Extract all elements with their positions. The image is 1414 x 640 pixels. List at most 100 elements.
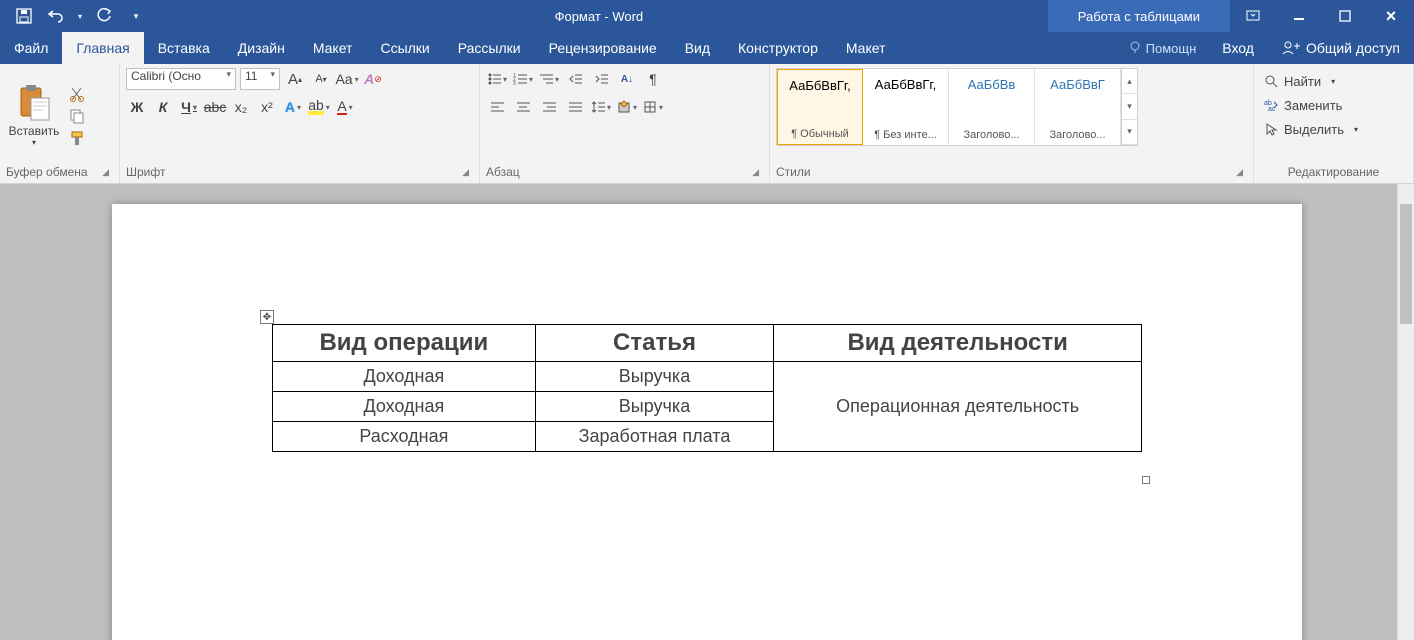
format-painter-icon[interactable] <box>68 129 86 147</box>
table-header-cell[interactable]: Статья <box>535 325 774 362</box>
styles-launcher-icon[interactable]: ◢ <box>1236 167 1247 178</box>
clipboard-launcher-icon[interactable]: ◢ <box>102 167 113 178</box>
undo-icon[interactable] <box>42 2 70 30</box>
numbering-button[interactable]: 123 <box>512 68 534 90</box>
shrink-font-button[interactable]: A▾ <box>310 68 332 90</box>
qat-customize-icon[interactable]: ▾ <box>122 2 150 30</box>
table-cell[interactable]: Заработная плата <box>535 422 774 452</box>
table-cell[interactable]: Доходная <box>273 392 536 422</box>
strikethrough-button[interactable]: abc <box>204 96 226 118</box>
tell-me-help[interactable]: Помощн <box>1116 40 1209 56</box>
vertical-scrollbar[interactable] <box>1397 184 1414 640</box>
table-header-cell[interactable]: Вид операции <box>273 325 536 362</box>
increase-indent-button[interactable] <box>590 68 612 90</box>
table-resize-handle-icon[interactable] <box>1142 476 1150 484</box>
line-spacing-button[interactable] <box>590 96 612 118</box>
group-styles-label: Стили <box>776 165 811 179</box>
highlight-button[interactable]: ab <box>308 96 330 118</box>
minimize-icon[interactable] <box>1276 0 1322 32</box>
redo-icon[interactable] <box>90 2 118 30</box>
group-editing: Найти ▾ abac Заменить Выделить ▾ Редакти… <box>1254 64 1414 183</box>
share-button[interactable]: Общий доступ <box>1268 32 1414 64</box>
close-icon[interactable]: × <box>1368 0 1414 32</box>
clear-formatting-button[interactable]: A⊘ <box>362 68 384 90</box>
select-button[interactable]: Выделить ▾ <box>1264 118 1358 140</box>
chevron-down-icon: ▾ <box>1354 125 1358 134</box>
tab-file[interactable]: Файл <box>0 32 62 64</box>
font-color-button[interactable]: A <box>334 96 356 118</box>
align-left-button[interactable] <box>486 96 508 118</box>
sign-in-button[interactable]: Вход <box>1208 32 1268 64</box>
font-size-select[interactable]: 11 <box>240 68 280 90</box>
paragraph-launcher-icon[interactable]: ◢ <box>752 167 763 178</box>
sort-button[interactable]: А↓ <box>616 68 638 90</box>
table-cell[interactable]: Выручка <box>535 362 774 392</box>
tab-mailings[interactable]: Рассылки <box>444 32 535 64</box>
style-item[interactable]: АаБбВвГг,¶ Обычный <box>777 69 863 145</box>
undo-dropdown-icon[interactable]: ▾ <box>74 2 86 30</box>
copy-icon[interactable] <box>68 107 86 125</box>
table-tools-contextual-tab: Работа с таблицами <box>1048 0 1230 32</box>
show-pilcrow-button[interactable]: ¶ <box>642 68 664 90</box>
italic-button[interactable]: К <box>152 96 174 118</box>
group-paragraph: 123 А↓ ¶ Абзац◢ <box>480 64 770 183</box>
bold-button[interactable]: Ж <box>126 96 148 118</box>
replace-label: Заменить <box>1284 98 1342 113</box>
tab-table-layout[interactable]: Макет <box>832 32 900 64</box>
font-name-select[interactable]: Calibri (Осно <box>126 68 236 90</box>
tab-layout[interactable]: Макет <box>299 32 367 64</box>
document-area[interactable]: ✥ Вид операцииСтатьяВид деятельности Дох… <box>0 184 1414 640</box>
cut-icon[interactable] <box>68 85 86 103</box>
table-move-handle-icon[interactable]: ✥ <box>260 310 274 324</box>
borders-button[interactable] <box>642 96 664 118</box>
scrollbar-thumb[interactable] <box>1400 204 1412 324</box>
tab-design[interactable]: Дизайн <box>224 32 299 64</box>
group-styles: АаБбВвГг,¶ ОбычныйАаБбВвГг,¶ Без инте...… <box>770 64 1254 183</box>
style-item[interactable]: АаБбВвГг,¶ Без инте... <box>863 69 949 145</box>
table-row[interactable]: ДоходнаяВыручкаОперационная деятельность <box>273 362 1142 392</box>
ribbon-tabs: Файл Главная Вставка Дизайн Макет Ссылки… <box>0 32 1414 64</box>
maximize-icon[interactable] <box>1322 0 1368 32</box>
multilevel-list-button[interactable] <box>538 68 560 90</box>
tab-review[interactable]: Рецензирование <box>535 32 671 64</box>
tab-insert[interactable]: Вставка <box>144 32 224 64</box>
find-button[interactable]: Найти ▾ <box>1264 70 1358 92</box>
font-launcher-icon[interactable]: ◢ <box>462 167 473 178</box>
ribbon-options-icon[interactable] <box>1230 0 1276 32</box>
bullets-button[interactable] <box>486 68 508 90</box>
group-font: Calibri (Осно 11 A▴ A▾ Aa A⊘ Ж К Ч abc x… <box>120 64 480 183</box>
ribbon: Вставить ▾ Буфер обмена◢ Calibri (Осно <box>0 64 1414 184</box>
tab-home[interactable]: Главная <box>62 32 143 64</box>
window-title: Формат - Word <box>150 9 1048 24</box>
table-cell[interactable]: Операционная деятельность <box>774 362 1142 452</box>
shading-button[interactable] <box>616 96 638 118</box>
style-item[interactable]: АаБбВвЗаголово... <box>949 69 1035 145</box>
paste-button[interactable]: Вставить ▾ <box>6 68 62 163</box>
tab-references[interactable]: Ссылки <box>366 32 443 64</box>
text-effects-button[interactable]: A <box>282 96 304 118</box>
replace-button[interactable]: abac Заменить <box>1264 94 1358 116</box>
document-table[interactable]: Вид операцииСтатьяВид деятельности Доход… <box>272 324 1142 452</box>
align-right-button[interactable] <box>538 96 560 118</box>
table-cell[interactable]: Доходная <box>273 362 536 392</box>
justify-button[interactable] <box>564 96 586 118</box>
share-icon <box>1282 40 1300 56</box>
table-cell[interactable]: Выручка <box>535 392 774 422</box>
subscript-button[interactable]: x₂ <box>230 96 252 118</box>
tab-table-design[interactable]: Конструктор <box>724 32 832 64</box>
grow-font-button[interactable]: A▴ <box>284 68 306 90</box>
decrease-indent-button[interactable] <box>564 68 586 90</box>
change-case-button[interactable]: Aa <box>336 68 358 90</box>
select-label: Выделить <box>1284 122 1344 137</box>
save-icon[interactable] <box>10 2 38 30</box>
tab-view[interactable]: Вид <box>671 32 724 64</box>
styles-scroll[interactable]: ▴▾▾ <box>1121 69 1137 145</box>
table-header-cell[interactable]: Вид деятельности <box>774 325 1142 362</box>
superscript-button[interactable]: x² <box>256 96 278 118</box>
document-page[interactable]: ✥ Вид операцииСтатьяВид деятельности Дох… <box>112 204 1302 640</box>
group-editing-label: Редактирование <box>1288 165 1379 179</box>
align-center-button[interactable] <box>512 96 534 118</box>
underline-button[interactable]: Ч <box>178 96 200 118</box>
table-cell[interactable]: Расходная <box>273 422 536 452</box>
style-item[interactable]: АаБбВвГЗаголово... <box>1035 69 1121 145</box>
